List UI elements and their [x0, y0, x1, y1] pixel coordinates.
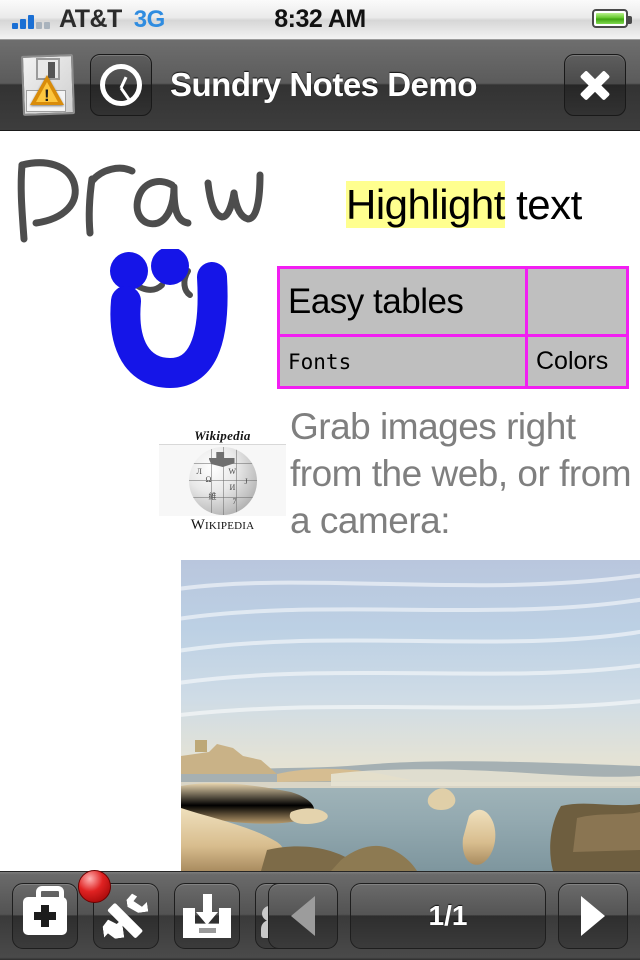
status-bar-clock: 8:32 AM [274, 5, 366, 33]
table-row[interactable]: Easy tables [277, 266, 629, 337]
inbox-download-icon [183, 894, 231, 938]
highlight-text-line: Highlight text [346, 181, 582, 229]
status-bar: AT&T 3G 8:32 AM [0, 0, 640, 40]
close-x-icon[interactable] [564, 54, 626, 116]
toolkit-bag-button[interactable] [12, 883, 78, 949]
note-canvas[interactable]: Highlight text Easy tables Fonts Colors … [0, 131, 640, 871]
wikipedia-globe-wrap: W Ω И 7 維 Л J [159, 444, 286, 516]
battery-full-icon [592, 9, 632, 28]
prev-page-arrow-icon [291, 896, 315, 936]
blue-smiley-drawing [110, 249, 228, 389]
table-row[interactable]: Fonts Colors [277, 334, 629, 389]
bottom-toolbar: 1/1 [0, 870, 640, 960]
wikipedia-globe-icon: W Ω И 7 維 Л J [188, 447, 257, 515]
clock-minute-hand [119, 87, 131, 101]
wikipedia-top-wordmark: Wikipedia [194, 428, 251, 443]
floppy-save-warning-icon[interactable]: ! [16, 53, 80, 117]
coastal-cliffs-photo[interactable] [181, 560, 640, 871]
smiley-eye-left [110, 252, 148, 290]
table-cell-empty[interactable] [525, 266, 629, 337]
medical-bag-icon [23, 886, 67, 935]
x-glyph [578, 68, 612, 102]
prev-page-button[interactable] [268, 883, 338, 949]
notification-badge [78, 870, 111, 903]
table-cell-easy-tables[interactable]: Easy tables [277, 266, 528, 337]
warning-exclamation: ! [44, 86, 50, 105]
page-title: Sundry Notes Demo [170, 66, 477, 103]
note-paragraph: Grab images right from the web, or from … [290, 406, 632, 541]
table-cell-colors[interactable]: Colors [525, 334, 629, 389]
globe-missing-piece [208, 452, 235, 467]
clock-face [100, 64, 142, 106]
wrench-icon [103, 893, 149, 939]
wikipedia-bottom-wordmark: Wikipedia [190, 517, 255, 533]
plain-word: text [504, 181, 582, 228]
page-navigation: 1/1 [268, 883, 628, 949]
handwritten-draw-text [17, 159, 264, 243]
wikipedia-logo-image[interactable]: Wikipedia W Ω И 7 維 Л J Wikipedia [159, 426, 286, 536]
highlighted-word: Highlight [346, 181, 505, 228]
import-button[interactable] [174, 883, 240, 949]
smiley-mouth [110, 262, 228, 389]
next-page-arrow-icon [581, 896, 605, 936]
navigation-bar: ! Sundry Notes Demo [0, 40, 640, 131]
table-cell-fonts[interactable]: Fonts [277, 334, 528, 389]
page-indicator[interactable]: 1/1 [350, 883, 546, 949]
clock-icon[interactable] [90, 54, 152, 116]
notes-table[interactable]: Easy tables Fonts Colors [277, 266, 629, 389]
next-page-button[interactable] [558, 883, 628, 949]
tools-button[interactable] [78, 870, 159, 949]
battery-fill [596, 13, 624, 24]
